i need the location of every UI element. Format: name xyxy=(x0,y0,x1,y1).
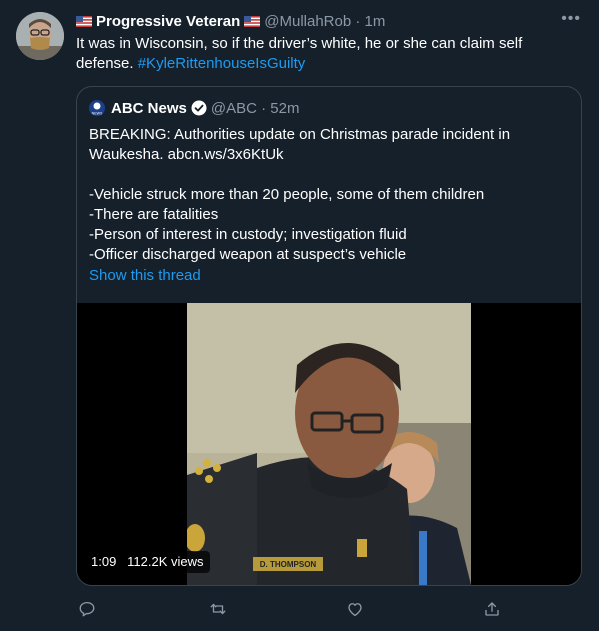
retweet-icon[interactable] xyxy=(207,598,229,620)
quoted-timestamp[interactable]: 52m xyxy=(270,100,299,117)
tweet-header: Progressive Veteran @MullahRob · 1m xyxy=(76,12,583,32)
quoted-tweet-text: BREAKING: Authorities update on Christma… xyxy=(89,125,569,265)
us-flag-icon xyxy=(76,16,92,27)
share-icon[interactable] xyxy=(481,598,503,620)
quoted-line: -Person of interest in custody; investig… xyxy=(89,226,407,243)
video-thumbnail: D. THOMPSON xyxy=(187,303,471,585)
quoted-line: -Officer discharged weapon at suspect’s … xyxy=(89,246,407,263)
video-views: 112.2K views xyxy=(127,554,204,569)
reply-icon[interactable] xyxy=(76,598,98,620)
separator-dot: · xyxy=(355,13,361,30)
tweet-text: It was in Wisconsin, so if the driver’s … xyxy=(76,34,536,74)
author-handle[interactable]: @MullahRob xyxy=(264,13,351,30)
more-options-icon[interactable]: ••• xyxy=(561,10,581,28)
quoted-author-handle[interactable]: @ABC xyxy=(211,100,257,117)
quoted-line: -Vehicle struck more than 20 people, som… xyxy=(89,186,485,203)
hashtag-link[interactable]: #KyleRittenhouseIsGuilty xyxy=(138,55,306,72)
video-duration: 1:09 xyxy=(91,554,117,569)
us-flag-icon xyxy=(244,16,261,27)
avatar-image xyxy=(16,12,64,60)
officer-name-tag: D. THOMPSON xyxy=(260,560,317,569)
author-name[interactable]: Progressive Veteran xyxy=(96,13,240,30)
quoted-line: BREAKING: Authorities update on Christma… xyxy=(89,126,511,143)
video-stats-badge: 1:09 112.2K views xyxy=(85,551,210,573)
quoted-line: Waukesha. abcn.ws/3x6KtUk xyxy=(89,146,284,163)
video-player[interactable]: D. THOMPSON 1:09 112.2K views xyxy=(77,303,581,585)
tweet[interactable]: Progressive Veteran @MullahRob · 1m ••• … xyxy=(0,0,599,631)
tweet-actions xyxy=(76,598,582,622)
quoted-tweet[interactable]: NEWS ABC News @ABC · 52m BREAKING: Autho… xyxy=(76,86,582,586)
show-thread-link[interactable]: Show this thread xyxy=(89,267,201,284)
quoted-line xyxy=(89,165,569,185)
avatar[interactable] xyxy=(16,12,64,60)
abc-news-logo: NEWS xyxy=(89,100,105,116)
verified-badge-icon xyxy=(191,100,207,116)
quoted-line: -There are fatalities xyxy=(89,206,219,223)
quoted-tweet-header: NEWS ABC News @ABC · 52m xyxy=(89,99,299,119)
quoted-separator-dot: · xyxy=(261,100,267,117)
like-icon[interactable] xyxy=(344,598,366,620)
quoted-author-name[interactable]: ABC News xyxy=(111,100,187,117)
timestamp[interactable]: 1m xyxy=(365,13,386,30)
abc-logo-text: NEWS xyxy=(92,112,103,116)
